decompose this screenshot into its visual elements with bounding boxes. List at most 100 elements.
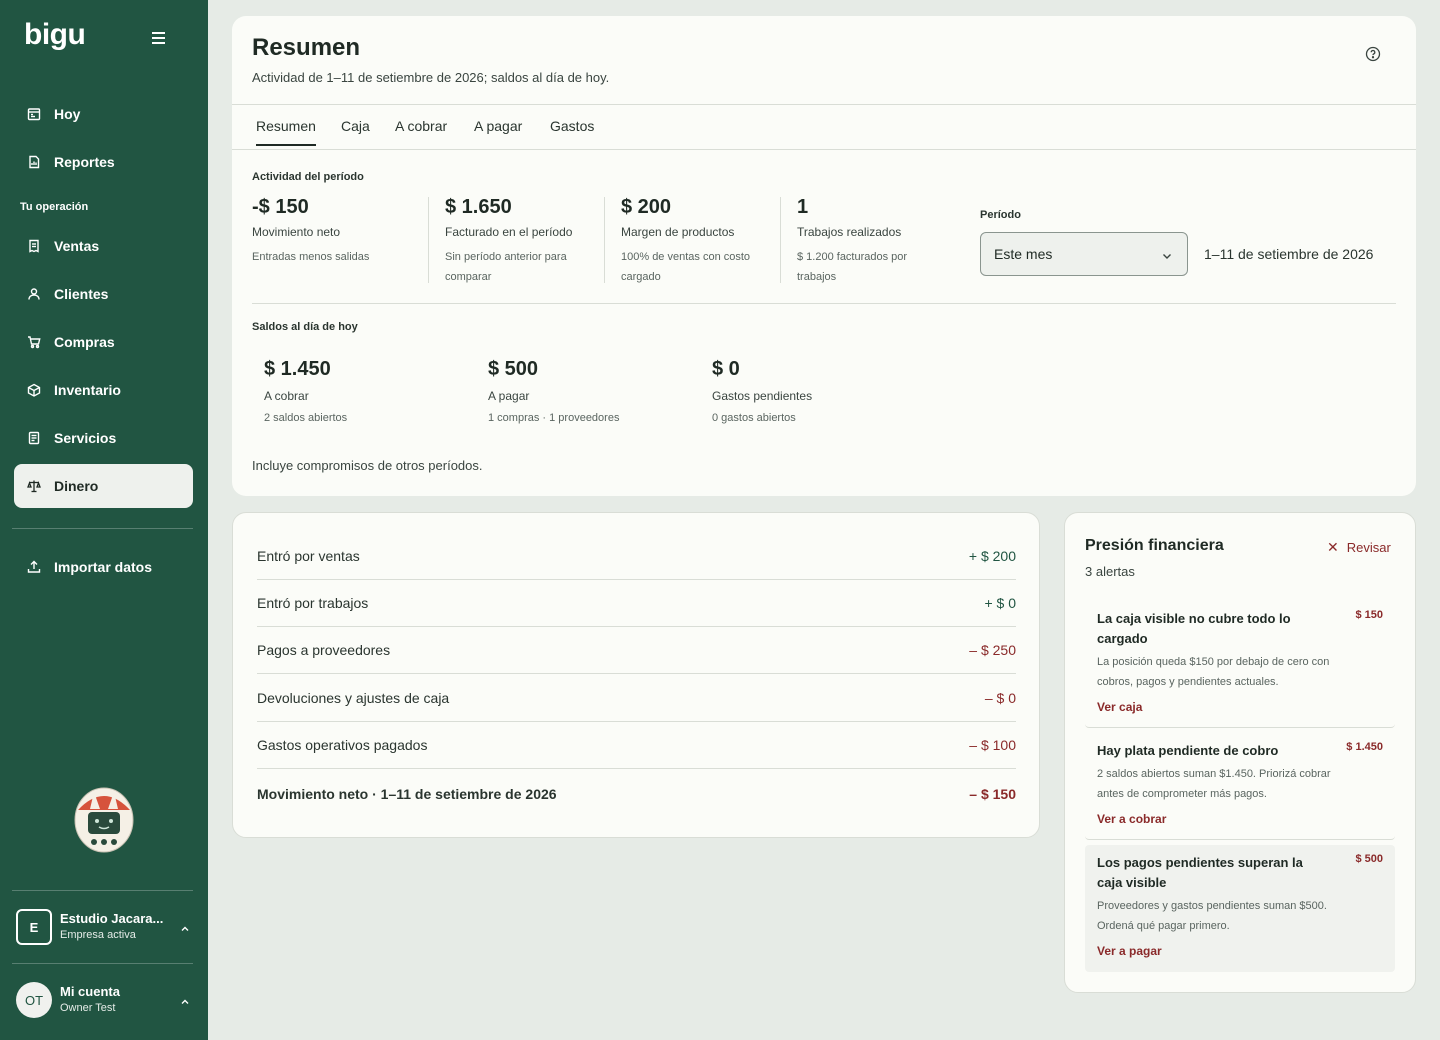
- balance-payable: $ 500 A pagar 1 compras · 1 proveedores: [488, 358, 619, 424]
- nav-label: Reportes: [54, 154, 115, 170]
- balance-label: A pagar: [488, 389, 530, 403]
- cash-row-label: Movimiento neto · 1–11 de setiembre de 2…: [257, 785, 557, 802]
- alert-item: Los pagos pendientes superan la caja vis…: [1085, 845, 1395, 972]
- nav-item-ventas[interactable]: Ventas: [14, 224, 193, 268]
- balance-label: A cobrar: [264, 389, 309, 403]
- nav-label: Compras: [54, 334, 115, 350]
- report-icon: [26, 154, 42, 170]
- metric-value: $ 200: [621, 196, 672, 218]
- balance-receivable: $ 1.450 A cobrar 2 saldos abiertos: [264, 358, 347, 424]
- cash-row-label: Pagos a proveedores: [257, 642, 391, 658]
- cash-row: Devoluciones y ajustes de caja – $ 0: [257, 675, 1016, 722]
- cash-row-amount: + $ 200: [968, 548, 1016, 564]
- upload-icon: [26, 559, 42, 575]
- user-icon: [26, 286, 42, 302]
- company-switcher[interactable]: E Estudio Jacara... Empresa activa: [16, 907, 196, 947]
- metric-value: 1: [797, 196, 809, 218]
- company-avatar: E: [16, 909, 52, 945]
- nav-item-servicios[interactable]: Servicios: [14, 416, 193, 460]
- nav-label: Dinero: [54, 478, 99, 494]
- sidebar-divider: [12, 890, 193, 891]
- receipt-icon: [26, 238, 42, 254]
- nav-item-compras[interactable]: Compras: [14, 320, 193, 364]
- review-button[interactable]: ✕ Revisar: [1327, 539, 1391, 556]
- tab-a-pagar[interactable]: A pagar: [474, 118, 522, 134]
- tabs-bottom-border: [232, 149, 1416, 150]
- cash-row-amount: – $ 250: [969, 642, 1016, 658]
- cash-row-amount: + $ 0: [984, 595, 1016, 611]
- scale-icon: [26, 478, 42, 494]
- account-user: Owner Test: [60, 1002, 116, 1015]
- cash-row-label: Entró por trabajos: [257, 595, 369, 611]
- nav-label: Importar datos: [54, 559, 153, 575]
- calendar-icon: [26, 106, 42, 122]
- alert-description: Proveedores y gastos pendientes suman $5…: [1097, 900, 1327, 932]
- nav-item-hoy[interactable]: Hoy: [14, 92, 193, 136]
- nav-item-reportes[interactable]: Reportes: [14, 140, 193, 184]
- tab-gastos[interactable]: Gastos: [550, 118, 594, 134]
- tab-a-cobrar[interactable]: A cobrar: [395, 118, 447, 134]
- alert-link-a-cobrar[interactable]: Ver a cobrar: [1097, 812, 1166, 826]
- hamburger-menu-icon[interactable]: [152, 32, 170, 48]
- metric-label: Trabajos realizados: [797, 225, 902, 239]
- metric-sub: 100% de ventas con costo cargado: [621, 251, 751, 283]
- nav-item-inventario[interactable]: Inventario: [14, 368, 193, 412]
- alert-title: Hay plata pendiente de cobro: [1097, 743, 1279, 758]
- tab-caja[interactable]: Caja: [341, 118, 370, 134]
- summary-card: Resumen Actividad de 1–11 de setiembre d…: [232, 16, 1416, 496]
- pressure-count: 3 alertas: [1085, 564, 1135, 579]
- alert-link-caja[interactable]: Ver caja: [1097, 700, 1142, 714]
- tabs-top-border: [232, 104, 1416, 105]
- cash-row-total: Movimiento neto · 1–11 de setiembre de 2…: [257, 770, 1016, 817]
- alert-item: La caja visible no cubre todo lo cargado…: [1085, 601, 1395, 728]
- nav-label: Inventario: [54, 382, 121, 398]
- metric-label: Margen de productos: [621, 225, 735, 239]
- company-status: Empresa activa: [60, 929, 136, 942]
- period-select[interactable]: Este mes: [980, 232, 1188, 276]
- balances-note: Incluye compromisos de otros períodos.: [252, 458, 483, 473]
- chevron-up-icon: [180, 994, 190, 1012]
- chevron-up-icon: [180, 921, 190, 939]
- app-logo[interactable]: bigu: [24, 18, 86, 52]
- financial-pressure-card: Presión financiera 3 alertas ✕ Revisar L…: [1064, 512, 1416, 993]
- alert-amount: $ 150: [1355, 609, 1383, 621]
- metric-divider: [428, 197, 429, 283]
- metric-label: Movimiento neto: [252, 225, 341, 239]
- metric-sub: Entradas menos salidas: [252, 251, 370, 263]
- balance-value: $ 1.450: [264, 358, 331, 380]
- alert-link-a-pagar[interactable]: Ver a pagar: [1097, 944, 1162, 958]
- cash-row-amount: – $ 0: [984, 690, 1016, 706]
- nav-label: Clientes: [54, 286, 109, 302]
- balance-sub: 2 saldos abiertos: [264, 412, 348, 424]
- period-select-value: Este mes: [994, 246, 1053, 262]
- account-switcher[interactable]: OT Mi cuenta Owner Test: [16, 980, 196, 1020]
- tab-resumen[interactable]: Resumen: [256, 118, 316, 146]
- alert-amount: $ 500: [1355, 853, 1383, 865]
- nav-item-clientes[interactable]: Clientes: [14, 272, 193, 316]
- balances-heading: Saldos al día de hoy: [252, 321, 358, 333]
- alert-description: La posición queda $150 por debajo de cer…: [1097, 656, 1330, 688]
- pressure-title: Presión financiera: [1085, 537, 1224, 554]
- sidebar: bigu Hoy Reportes Tu operación Ventas Cl…: [0, 0, 208, 1040]
- page-subtitle: Actividad de 1–11 de setiembre de 2026; …: [252, 70, 610, 85]
- balance-value: $ 0: [712, 358, 740, 380]
- alert-title: Los pagos pendientes superan la caja vis…: [1097, 855, 1303, 890]
- section-label: Tu operación: [20, 201, 89, 213]
- metric-sub: $ 1.200 facturados por trabajos: [797, 251, 908, 283]
- period-range: 1–11 de setiembre de 2026: [1204, 246, 1374, 262]
- cash-flow-card: Entró por ventas + $ 200 Entró por traba…: [232, 512, 1040, 838]
- cash-row-label: Gastos operativos pagados: [257, 737, 428, 753]
- company-name: Estudio Jacara...: [60, 911, 164, 927]
- nav-label: Ventas: [54, 238, 100, 254]
- alert-amount: $ 1.450: [1346, 741, 1383, 753]
- nav-item-dinero[interactable]: Dinero: [14, 464, 193, 508]
- balance-sub: 0 gastos abiertos: [712, 412, 796, 424]
- nav-item-importar[interactable]: Importar datos: [14, 545, 193, 589]
- help-icon[interactable]: [1365, 46, 1381, 62]
- mascot-image: [72, 780, 136, 856]
- chevron-down-icon: [1161, 249, 1173, 265]
- metric-divider: [780, 197, 781, 283]
- page-title: Resumen: [252, 34, 361, 61]
- section-divider: [252, 303, 1396, 304]
- alert-title: La caja visible no cubre todo lo cargado: [1097, 611, 1291, 646]
